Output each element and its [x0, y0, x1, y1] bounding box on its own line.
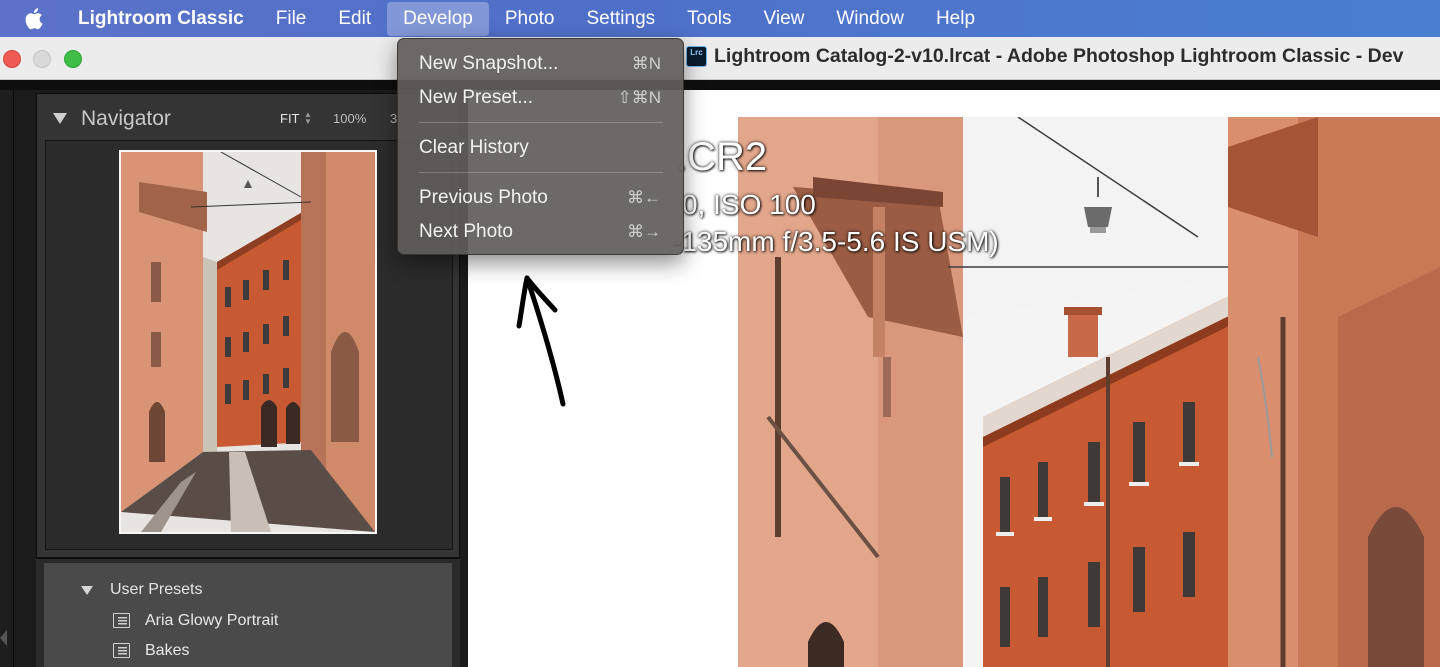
- street-photo-thumbnail: [121, 152, 375, 532]
- lightroom-app-icon: Lrc: [686, 46, 707, 67]
- menu-item-new-snapshot[interactable]: New Snapshot...: [419, 53, 558, 75]
- zoom-window-button[interactable]: [64, 50, 82, 68]
- toolbar-strip: [0, 80, 1440, 90]
- menu-item-clear-history[interactable]: Clear History: [419, 137, 529, 159]
- presets-panel: User Presets Aria Glowy Portrait Bakes: [36, 558, 460, 667]
- shortcut-new-preset: ⇧⌘N: [617, 88, 661, 107]
- zoom-fit-option[interactable]: FIT: [280, 111, 300, 126]
- menu-view[interactable]: View: [748, 0, 821, 37]
- menu-item-new-preset[interactable]: New Preset...: [419, 87, 533, 109]
- menu-app-name[interactable]: Lightroom Classic: [70, 0, 260, 37]
- menu-window[interactable]: Window: [820, 0, 920, 37]
- window-title-bar: Lrc Lightroom Catalog-2-v10.lrcat - Adob…: [0, 37, 1440, 80]
- macos-menu-bar: Lightroom Classic File Edit Develop Phot…: [0, 0, 1440, 37]
- photo-info-exposure: 0, ISO 100: [682, 189, 816, 220]
- menu-edit[interactable]: Edit: [322, 0, 387, 37]
- window-title: Lightroom Catalog-2-v10.lrcat - Adobe Ph…: [714, 45, 1404, 67]
- menu-item-next-photo[interactable]: Next Photo: [419, 221, 513, 243]
- menu-file[interactable]: File: [260, 0, 323, 37]
- zoom-fit-stepper-icon[interactable]: ▲ ▼: [304, 111, 312, 126]
- shortcut-new-snapshot: ⌘N: [631, 54, 661, 73]
- menu-help[interactable]: Help: [920, 0, 991, 37]
- navigator-thumbnail[interactable]: [119, 150, 377, 534]
- photo-info-filename: .CR2: [676, 135, 768, 179]
- shortcut-previous-photo: ⌘←: [627, 188, 661, 207]
- preset-list-icon: [113, 613, 130, 628]
- photo-info-lens: -135mm f/3.5-5.6 IS USM): [672, 226, 999, 257]
- menu-separator: [419, 122, 663, 123]
- zoom-100-option[interactable]: 100%: [333, 111, 366, 126]
- expand-triangle-icon[interactable]: [81, 586, 93, 595]
- preset-group-user-presets[interactable]: User Presets: [110, 581, 202, 599]
- apple-logo-icon[interactable]: [0, 0, 70, 37]
- navigator-title: Navigator: [81, 107, 171, 130]
- navigator-header[interactable]: Navigator FIT ▲ ▼ 100% 3: [37, 94, 459, 140]
- menu-settings[interactable]: Settings: [571, 0, 672, 37]
- main-photo[interactable]: [738, 117, 1440, 667]
- preset-list-icon: [113, 643, 130, 658]
- left-panel: Navigator FIT ▲ ▼ 100% 3 User Presets Ar…: [0, 90, 465, 667]
- develop-menu-dropdown: New Snapshot... ⌘N New Preset... ⇧⌘N Cle…: [397, 38, 684, 255]
- navigator-preview-well: [45, 140, 453, 550]
- annotation-arrow-icon: [516, 275, 566, 407]
- collapse-triangle-icon[interactable]: [53, 113, 67, 124]
- menu-item-previous-photo[interactable]: Previous Photo: [419, 187, 548, 209]
- screen: Lightroom Classic File Edit Develop Phot…: [0, 0, 1440, 667]
- collapse-left-panel-icon[interactable]: [0, 630, 7, 646]
- menu-tools[interactable]: Tools: [671, 0, 747, 37]
- menu-photo[interactable]: Photo: [489, 0, 571, 37]
- preset-item-bakes[interactable]: Bakes: [145, 642, 189, 660]
- minimize-window-button[interactable]: [33, 50, 51, 68]
- left-panel-edge[interactable]: [0, 90, 14, 667]
- preset-item-aria-glowy-portrait[interactable]: Aria Glowy Portrait: [145, 612, 278, 630]
- menu-separator: [419, 172, 663, 173]
- menu-develop[interactable]: Develop: [387, 2, 489, 36]
- presets-list: User Presets Aria Glowy Portrait Bakes: [44, 563, 452, 667]
- street-photo: [738, 117, 1440, 667]
- shortcut-next-photo: ⌘→: [627, 222, 661, 241]
- close-window-button[interactable]: [3, 50, 21, 68]
